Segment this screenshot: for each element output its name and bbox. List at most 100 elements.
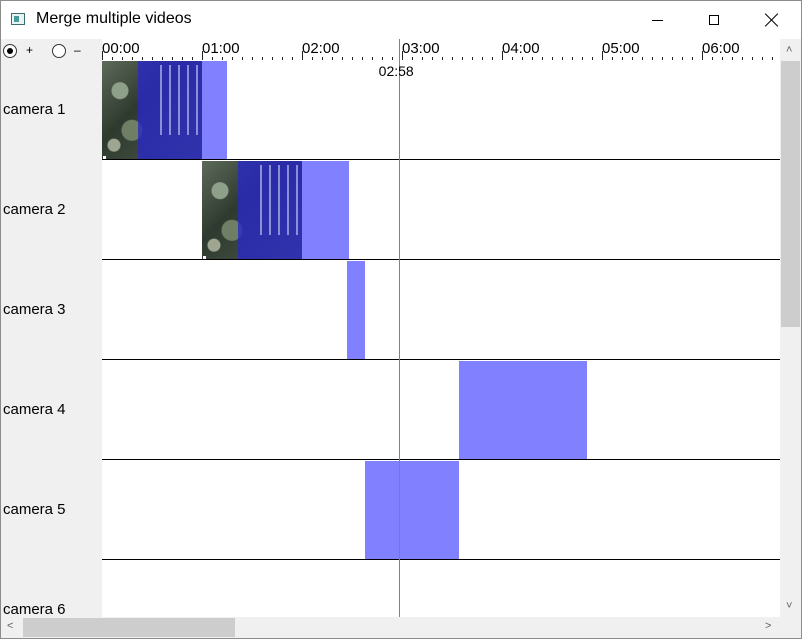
zoom-in-radio[interactable] (3, 44, 17, 58)
ruler-minor-tick (232, 57, 233, 60)
lane-divider (102, 459, 780, 460)
chevron-left-icon[interactable]: ˂ (7, 621, 13, 632)
ruler-minor-tick (562, 57, 563, 60)
camera-lane[interactable] (102, 361, 780, 461)
ruler-tick-label: 05:00 (602, 40, 640, 57)
ruler-minor-tick (422, 57, 423, 60)
vertical-scrollbar[interactable]: ˄ ˅ (780, 39, 801, 617)
scrollbar-corner (780, 617, 801, 638)
ruler-major-tick (502, 51, 503, 60)
window-title: Merge multiple videos (36, 10, 192, 27)
chevron-down-icon[interactable]: ˅ (786, 601, 792, 612)
ruler-minor-tick (752, 57, 753, 60)
ruler-minor-tick (662, 57, 663, 60)
camera-lane[interactable] (102, 61, 780, 161)
ruler-minor-tick (442, 57, 443, 60)
ruler-minor-tick (582, 57, 583, 60)
main-window: Merge multiple videos + – 00:00 01:00 02:0… (0, 0, 802, 639)
ruler-minor-tick (472, 57, 473, 60)
ruler-minor-tick (672, 57, 673, 60)
ruler-major-tick (202, 51, 203, 60)
ruler-minor-tick (512, 57, 513, 60)
ruler-minor-tick (262, 57, 263, 60)
ruler-minor-tick (392, 57, 393, 60)
ruler-major-tick (302, 51, 303, 60)
ruler-minor-tick (712, 57, 713, 60)
chevron-right-icon[interactable]: ˃ (765, 621, 771, 632)
ruler-minor-tick (642, 57, 643, 60)
camera-lane[interactable] (102, 161, 780, 261)
ruler-minor-tick (152, 57, 153, 60)
zoom-in-label: + (26, 43, 34, 57)
ruler-minor-tick (612, 57, 613, 60)
chevron-up-icon[interactable]: ˄ (786, 45, 792, 56)
camera-label: camera 2 (3, 201, 66, 218)
ruler-minor-tick (622, 57, 623, 60)
ruler-minor-tick (722, 57, 723, 60)
ruler-minor-tick (652, 57, 653, 60)
ruler-minor-tick (322, 57, 323, 60)
vertical-scroll-thumb[interactable] (781, 61, 800, 327)
playhead-line[interactable] (398, 39, 400, 617)
timeline-canvas[interactable] (102, 61, 780, 617)
horizontal-scroll-thumb[interactable] (23, 618, 235, 637)
ruler-minor-tick (522, 57, 523, 60)
camera-lane[interactable] (102, 261, 780, 361)
lane-divider (102, 259, 780, 260)
ruler-minor-tick (452, 57, 453, 60)
ruler-minor-tick (772, 57, 773, 60)
ruler-minor-tick (122, 57, 123, 60)
close-button[interactable] (743, 1, 801, 39)
ruler-minor-tick (212, 57, 213, 60)
minimize-button[interactable] (628, 1, 686, 39)
ruler-minor-tick (762, 57, 763, 60)
camera-label: camera 4 (3, 401, 66, 418)
ruler-major-tick (102, 51, 103, 60)
ruler-minor-tick (732, 57, 733, 60)
camera-label: camera 1 (3, 101, 66, 118)
ruler-minor-tick (112, 57, 113, 60)
ruler-minor-tick (362, 57, 363, 60)
thumbnail-window (160, 65, 200, 135)
ruler-minor-tick (132, 57, 133, 60)
camera-label: camera 3 (3, 301, 66, 318)
time-ruler[interactable]: 00:00 01:00 02:00 03:00 04:00 05:00 06:00 (102, 39, 780, 61)
camera-label: camera 5 (3, 501, 66, 518)
ruler-minor-tick (242, 57, 243, 60)
video-thumbnail[interactable] (202, 161, 302, 260)
ruler-minor-tick (542, 57, 543, 60)
ruler-minor-tick (492, 57, 493, 60)
camera-lane[interactable] (102, 461, 780, 561)
ruler-minor-tick (462, 57, 463, 60)
video-clip[interactable] (365, 461, 459, 560)
ruler-minor-tick (342, 57, 343, 60)
ruler-minor-tick (412, 57, 413, 60)
ruler-minor-tick (552, 57, 553, 60)
ruler-minor-tick (282, 57, 283, 60)
ruler-minor-tick (292, 57, 293, 60)
video-clip[interactable] (347, 261, 366, 360)
maximize-button[interactable] (685, 1, 743, 39)
ruler-major-tick (702, 51, 703, 60)
zoom-out-label: – (74, 43, 81, 57)
ruler-tick-label: 02:00 (302, 40, 340, 57)
ruler-minor-tick (482, 57, 483, 60)
playhead-time: 02:58 (378, 63, 414, 79)
video-thumbnail[interactable] (102, 61, 202, 160)
close-icon (765, 13, 779, 27)
zoom-controls: + – (1, 39, 102, 61)
ruler-major-tick (602, 51, 603, 60)
ruler-minor-tick (172, 57, 173, 60)
ruler-minor-tick (222, 57, 223, 60)
thumbnail-window (260, 165, 300, 235)
camera-lane[interactable] (102, 561, 780, 617)
zoom-out-radio[interactable] (52, 44, 66, 58)
maximize-icon (709, 15, 719, 25)
ruler-minor-tick (182, 57, 183, 60)
ruler-tick-label: 03:00 (402, 40, 440, 57)
ruler-minor-tick (532, 57, 533, 60)
video-clip[interactable] (458, 361, 587, 460)
ruler-tick-label: 06:00 (702, 40, 740, 57)
minimize-icon (651, 19, 663, 21)
horizontal-scrollbar[interactable]: ˂ ˃ (1, 617, 780, 638)
